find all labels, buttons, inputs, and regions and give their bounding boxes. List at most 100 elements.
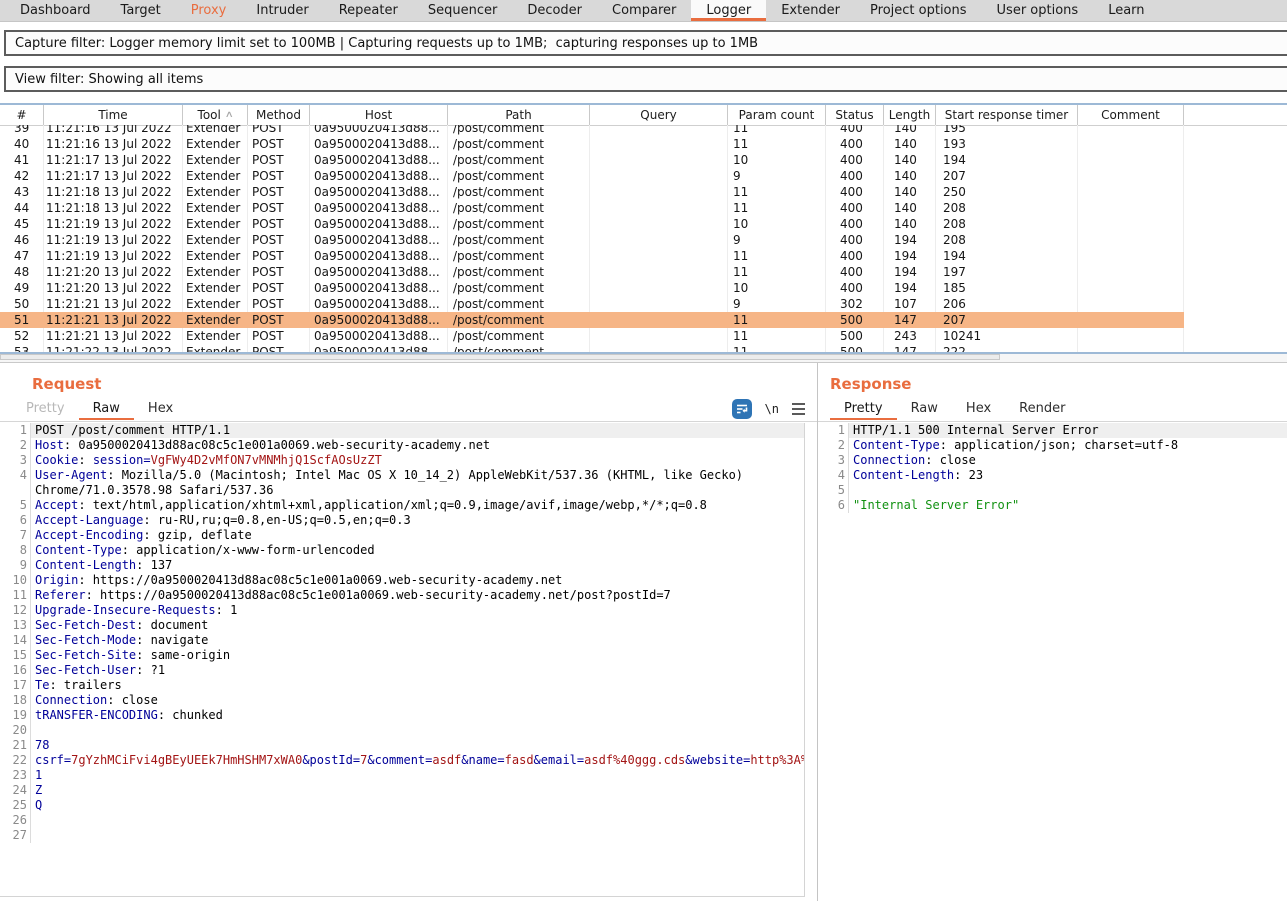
cell-comment [1078,216,1184,232]
line-content [30,723,804,738]
cell-start-response-timer: 206 [936,296,1078,312]
cell-path: /post/comment [448,344,590,352]
column-header-param-count[interactable]: Param count [728,105,826,125]
table-row[interactable]: 4811:21:20 13 Jul 2022ExtenderPOST0a9500… [0,264,1184,280]
cell-path: /post/comment [448,328,590,344]
table-row[interactable]: 4711:21:19 13 Jul 2022ExtenderPOST0a9500… [0,248,1184,264]
column-header-method[interactable]: Method [248,105,310,125]
column-header-host[interactable]: Host [310,105,448,125]
newline-toggle[interactable]: \n [765,402,779,416]
menu-item-comparer[interactable]: Comparer [597,0,691,21]
menu-item-extender[interactable]: Extender [766,0,855,21]
cell-method: POST [248,136,310,152]
menu-item-target[interactable]: Target [106,0,176,21]
table-row[interactable]: 5311:21:22 13 Jul 2022ExtenderPOST0a9500… [0,344,1184,352]
response-tab-render[interactable]: Render [1005,397,1079,420]
request-code-line: 14Sec-Fetch-Mode: navigate [0,633,804,648]
column-header-query[interactable]: Query [590,105,728,125]
response-tab-raw[interactable]: Raw [897,397,952,420]
cell-host: 0a9500020413d88... [310,248,448,264]
column-header-start-response-timer[interactable]: Start response timer [936,105,1078,125]
request-code-line: 2Host: 0a9500020413d88ac08c5c1e001a0069.… [0,438,804,453]
menu-item-repeater[interactable]: Repeater [324,0,413,21]
prettify-icon[interactable] [732,399,752,419]
line-content: Referer: https://0a9500020413d88ac08c5c1… [30,588,804,603]
response-editor[interactable]: 1HTTP/1.1 500 Internal Server Error2Cont… [818,423,1287,901]
cell-comment [1078,296,1184,312]
column-header-num[interactable]: # [0,105,44,125]
cell-host: 0a9500020413d88... [310,168,448,184]
cell-num: 47 [0,248,44,264]
table-row[interactable]: 5011:21:21 13 Jul 2022ExtenderPOST0a9500… [0,296,1184,312]
response-tabs: PrettyRawHexRender [830,397,1079,420]
editor-menu-icon[interactable] [792,403,805,415]
line-content: Accept-Encoding: gzip, deflate [30,528,804,543]
cell-status: 400 [826,152,884,168]
line-content: Sec-Fetch-Mode: navigate [30,633,804,648]
cell-start-response-timer: 193 [936,136,1078,152]
table-row[interactable]: 4411:21:18 13 Jul 2022ExtenderPOST0a9500… [0,200,1184,216]
capture-filter-bar[interactable]: Capture filter: Logger memory limit set … [4,30,1287,56]
request-tab-hex[interactable]: Hex [134,397,187,420]
cell-time: 11:21:20 13 Jul 2022 [44,264,183,280]
cell-comment [1078,136,1184,152]
menu-item-sequencer[interactable]: Sequencer [413,0,512,21]
column-header-status[interactable]: Status [826,105,884,125]
cell-param-count: 11 [728,125,826,136]
table-row[interactable]: 4311:21:18 13 Jul 2022ExtenderPOST0a9500… [0,184,1184,200]
request-editor[interactable]: 1POST /post/comment HTTP/1.12Host: 0a950… [0,423,805,897]
menu-item-logger[interactable]: Logger [691,0,766,21]
cell-start-response-timer: 194 [936,248,1078,264]
response-tab-pretty[interactable]: Pretty [830,397,897,420]
cell-tool: Extender [183,125,248,136]
table-row[interactable]: 4611:21:19 13 Jul 2022ExtenderPOST0a9500… [0,232,1184,248]
menu-item-dashboard[interactable]: Dashboard [5,0,106,21]
request-code-line: 24Z [0,783,804,798]
column-header-comment[interactable]: Comment [1078,105,1184,125]
table-row[interactable]: 5211:21:21 13 Jul 2022ExtenderPOST0a9500… [0,328,1184,344]
line-content: Content-Length: 137 [30,558,804,573]
table-row[interactable]: 3911:21:16 13 Jul 2022ExtenderPOST0a9500… [0,125,1184,136]
request-tab-raw[interactable]: Raw [79,397,134,420]
request-code-line: 4User-Agent: Mozilla/5.0 (Macintosh; Int… [0,468,804,498]
line-number: 2 [0,438,30,453]
cell-length: 140 [884,136,936,152]
cell-length: 243 [884,328,936,344]
menu-item-intruder[interactable]: Intruder [241,0,323,21]
cell-method: POST [248,200,310,216]
view-filter-bar[interactable]: View filter: Showing all items [4,66,1287,92]
line-content [30,828,804,843]
response-tab-hex[interactable]: Hex [952,397,1005,420]
table-row[interactable]: 4011:21:16 13 Jul 2022ExtenderPOST0a9500… [0,136,1184,152]
column-header-path[interactable]: Path [448,105,590,125]
request-tab-pretty[interactable]: Pretty [12,397,79,420]
table-row[interactable]: 4111:21:17 13 Jul 2022ExtenderPOST0a9500… [0,152,1184,168]
column-header-time[interactable]: Time [44,105,183,125]
cell-time: 11:21:21 13 Jul 2022 [44,312,183,328]
menu-item-user-options[interactable]: User options [982,0,1094,21]
menu-item-project-options[interactable]: Project options [855,0,982,21]
cell-path: /post/comment [448,248,590,264]
table-row[interactable]: 4911:21:20 13 Jul 2022ExtenderPOST0a9500… [0,280,1184,296]
response-code-line: 5 [818,483,1287,498]
column-header-tool[interactable]: Tool∧ [183,105,248,125]
h-scrollbar-thumb[interactable] [0,354,1000,360]
cell-comment [1078,152,1184,168]
table-row[interactable]: 4211:21:17 13 Jul 2022ExtenderPOST0a9500… [0,168,1184,184]
cell-path: /post/comment [448,216,590,232]
cell-time: 11:21:22 13 Jul 2022 [44,344,183,352]
cell-length: 140 [884,152,936,168]
cell-path: /post/comment [448,312,590,328]
cell-param-count: 11 [728,264,826,280]
column-label: Length [889,108,930,122]
table-row[interactable]: 5111:21:21 13 Jul 2022ExtenderPOST0a9500… [0,312,1184,328]
cell-num: 48 [0,264,44,280]
menu-item-decoder[interactable]: Decoder [512,0,597,21]
menu-item-proxy[interactable]: Proxy [176,0,242,21]
line-number: 11 [0,588,30,603]
column-header-length[interactable]: Length [884,105,936,125]
menu-item-learn[interactable]: Learn [1093,0,1159,21]
response-code-line: 2Content-Type: application/json; charset… [818,438,1287,453]
table-row[interactable]: 4511:21:19 13 Jul 2022ExtenderPOST0a9500… [0,216,1184,232]
cell-start-response-timer: 194 [936,152,1078,168]
